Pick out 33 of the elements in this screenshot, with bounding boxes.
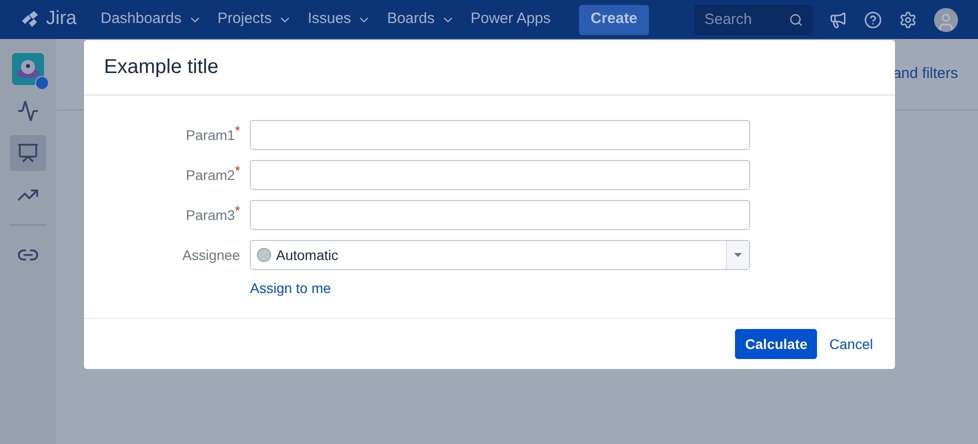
assign-to-me-link[interactable]: Assign to me: [250, 278, 331, 299]
field-label: Assignee: [182, 246, 240, 265]
search-field[interactable]: Search: [694, 4, 813, 34]
cancel-button[interactable]: Cancel: [827, 329, 875, 359]
select-value: Automatic: [276, 246, 340, 264]
search-icon: [789, 12, 803, 26]
nav-menu[interactable]: Power Apps: [470, 8, 551, 31]
field-label: Param3: [186, 206, 235, 224]
logo-text: Jira: [46, 7, 77, 32]
required-mark: *: [234, 202, 240, 220]
help-icon[interactable]: [864, 10, 882, 28]
create-button[interactable]: Create: [578, 4, 650, 34]
required-mark: *: [234, 162, 240, 180]
calculate-button[interactable]: Calculate: [735, 329, 818, 359]
unknown-user-icon: [257, 248, 271, 262]
settings-icon[interactable]: [899, 10, 917, 28]
field-label: Param1: [186, 126, 235, 144]
field-label: Param2: [186, 166, 235, 184]
assignee-select[interactable]: Automatic: [250, 240, 750, 270]
text-field[interactable]: [250, 120, 750, 150]
nav-menu[interactable]: Boards: [387, 8, 455, 31]
nav-menu[interactable]: Dashboards: [100, 8, 202, 31]
nav-menu[interactable]: Projects: [218, 8, 292, 31]
nav-menu[interactable]: Issues: [308, 8, 372, 31]
text-field[interactable]: [250, 160, 750, 190]
avatar[interactable]: [934, 8, 958, 32]
dropdown-arrow-icon: [734, 253, 742, 257]
dialog-title: Example title: [104, 55, 218, 80]
text-field[interactable]: [250, 200, 750, 230]
required-mark: *: [234, 122, 240, 140]
board-icon[interactable]: [10, 135, 46, 171]
megaphone-icon[interactable]: [829, 10, 847, 28]
logo-icon: [20, 10, 40, 28]
